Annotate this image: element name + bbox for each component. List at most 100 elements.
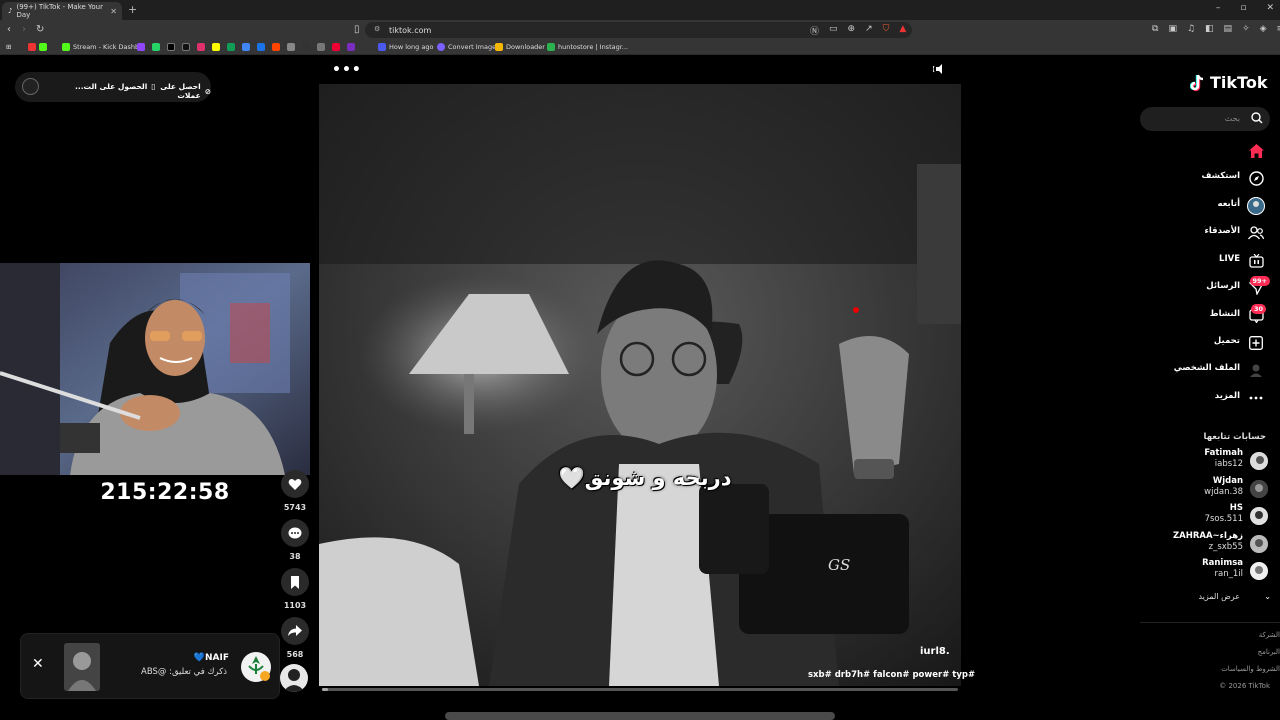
video-player[interactable] [319,84,961,686]
followed-account[interactable]: Wjdan wjdan.38 [1140,476,1270,502]
translate-icon[interactable] [257,43,265,51]
author-avatar[interactable] [280,664,308,692]
like-action[interactable]: 5743 [280,470,310,512]
user-avatar[interactable] [22,78,39,95]
minimize-icon[interactable]: – [1216,3,1221,13]
maximize-icon[interactable]: ▫ [1240,3,1246,13]
bookmark-item[interactable]: How long ago [378,43,433,51]
sidebar-icon[interactable]: ◧ [1205,24,1214,34]
menu-icon[interactable]: ≡ [1277,24,1280,34]
followed-account[interactable]: Fatimah iabs12 [1140,448,1270,474]
nav-more[interactable]: المزيد [1140,387,1270,409]
zoom-icon[interactable]: ⊕ [848,24,856,37]
kick-icon[interactable] [39,43,47,51]
browser-tab[interactable]: ♪ (99+) TikTok - Make Your Day ✕ [2,2,122,20]
followed-account[interactable]: ZAHRAA~زهراء z_sxb55 [1140,531,1270,557]
comment-icon[interactable] [281,519,309,547]
instagram-icon[interactable] [197,43,205,51]
leo-icon[interactable]: ✧ [1242,24,1250,34]
bookmark-item[interactable]: huntostore | Instagr... [547,43,628,51]
back-icon[interactable]: ‹ [7,24,11,35]
rewards-icon[interactable]: ▲ [899,24,906,37]
tiktok-favicon-icon: ♪ [8,7,13,15]
bookmark-icon[interactable] [347,43,355,51]
comment-action[interactable]: 38 [280,519,310,561]
nav-following[interactable]: أتابعه [1140,195,1270,217]
share-icon[interactable] [281,617,309,645]
reddit-icon[interactable] [272,43,280,51]
bookmark-icon[interactable] [281,568,309,596]
vpn-icon[interactable]: ◈ [1260,24,1267,34]
cast-icon[interactable]: ▭ [829,24,838,37]
footer-link-terms[interactable]: الشروط والسياسات [1221,665,1280,673]
tiktok-logo[interactable]: TikTok [1190,73,1267,92]
video-subtitle: دربحه و شونق🤍 [558,466,732,490]
share-icon[interactable]: ↗ [865,24,873,37]
twitch-icon[interactable] [137,43,145,51]
search-input[interactable]: بحث [1140,107,1270,131]
nav-profile[interactable]: الملف الشخصي [1140,359,1270,381]
reload-icon[interactable]: ↻ [36,24,44,35]
bookmark-icon[interactable] [332,43,340,51]
x-icon[interactable] [167,43,175,51]
whatsapp-icon[interactable] [152,43,160,51]
more-options-icon[interactable]: ••• [332,62,362,78]
brave-shield-icon[interactable]: ⛉ [883,24,890,37]
music-icon[interactable]: ♫ [1187,24,1195,34]
apps-icon[interactable]: ⊞ [6,43,11,51]
forward-icon[interactable]: › [22,24,26,35]
followed-account[interactable]: Ranimsa ran_1il [1140,558,1270,584]
bookmark-icon[interactable] [317,43,325,51]
tiktok-icon[interactable] [182,43,190,51]
bookmark-page-icon[interactable]: ▯ [354,24,360,35]
bookmark-item[interactable]: Convert Image [437,43,496,51]
close-tab-icon[interactable]: ✕ [110,7,117,16]
nav-live[interactable]: LIVE [1140,250,1270,272]
url-text: tiktok.com [389,25,432,35]
close-window-icon[interactable]: ✕ [1266,3,1274,13]
see-more-link[interactable]: عرض المزيد [1198,592,1240,601]
notification-thumbnail[interactable] [64,643,100,691]
like-icon[interactable] [281,470,309,498]
get-app-button[interactable]: ▯ الحصول على الت... [75,82,155,91]
new-tab-icon[interactable]: + [128,3,137,16]
youtube-icon[interactable] [28,43,36,51]
search-icon[interactable] [1251,112,1263,126]
docs-icon[interactable] [242,43,250,51]
snapchat-icon[interactable] [212,43,220,51]
creator-handle[interactable]: iurl8. [920,646,950,657]
nav-messages[interactable]: 99+ الرسائل [1140,276,1270,299]
footer-link-company[interactable]: الشركة [1259,631,1280,639]
nav-label-more: المزيد [1214,391,1240,401]
extension-icon[interactable]: ⧉ [1152,24,1158,34]
notification-avatar[interactable] [241,652,271,682]
nav-upload[interactable]: تحميل [1140,332,1270,354]
sound-icon[interactable] [932,63,947,78]
wallet-icon[interactable]: ▤ [1224,24,1233,34]
nav-for-you[interactable] [1140,140,1270,162]
close-icon[interactable]: ✕ [32,656,44,672]
site-info-icon[interactable]: ⚙ [374,25,380,33]
sheets-icon[interactable] [227,43,235,51]
share-action[interactable]: 568 [280,617,310,659]
get-coins-button[interactable]: ⊘ احصل على عملات [151,82,211,100]
save-action[interactable]: 1103 [280,568,310,610]
bookmark-item[interactable]: Downloader [495,43,545,51]
video-progress-bar[interactable] [322,688,958,691]
account-name: Ranimsa [1202,558,1243,568]
feed-scrollbar[interactable] [445,712,835,720]
footer-link-program[interactable]: البرنامج [1258,648,1280,656]
bookmark-item[interactable]: Stream - Kick Dashb... [62,43,145,51]
nav-activity[interactable]: 30 النشاط [1140,304,1270,327]
followed-account[interactable]: HS 7sos.511 [1140,503,1270,529]
bookmark-icon[interactable] [302,43,310,51]
nav-friends[interactable]: الأصدقاء [1140,222,1270,244]
chevron-down-icon[interactable]: ⌄ [1264,592,1271,601]
bookmark-icon[interactable] [287,43,295,51]
reader-icon[interactable]: Ⓝ [810,24,819,37]
extension-icon[interactable]: ▣ [1168,24,1177,34]
coin-icon: ⊘ [204,86,211,96]
mention-notification[interactable]: ✕ NAIF💙 ذكرك في تعليق: @ABS [20,633,280,699]
nav-explore[interactable]: استكشف [1140,167,1270,189]
video-caption[interactable]: sxb# drb7h# falcon# power# typ# [808,670,975,680]
